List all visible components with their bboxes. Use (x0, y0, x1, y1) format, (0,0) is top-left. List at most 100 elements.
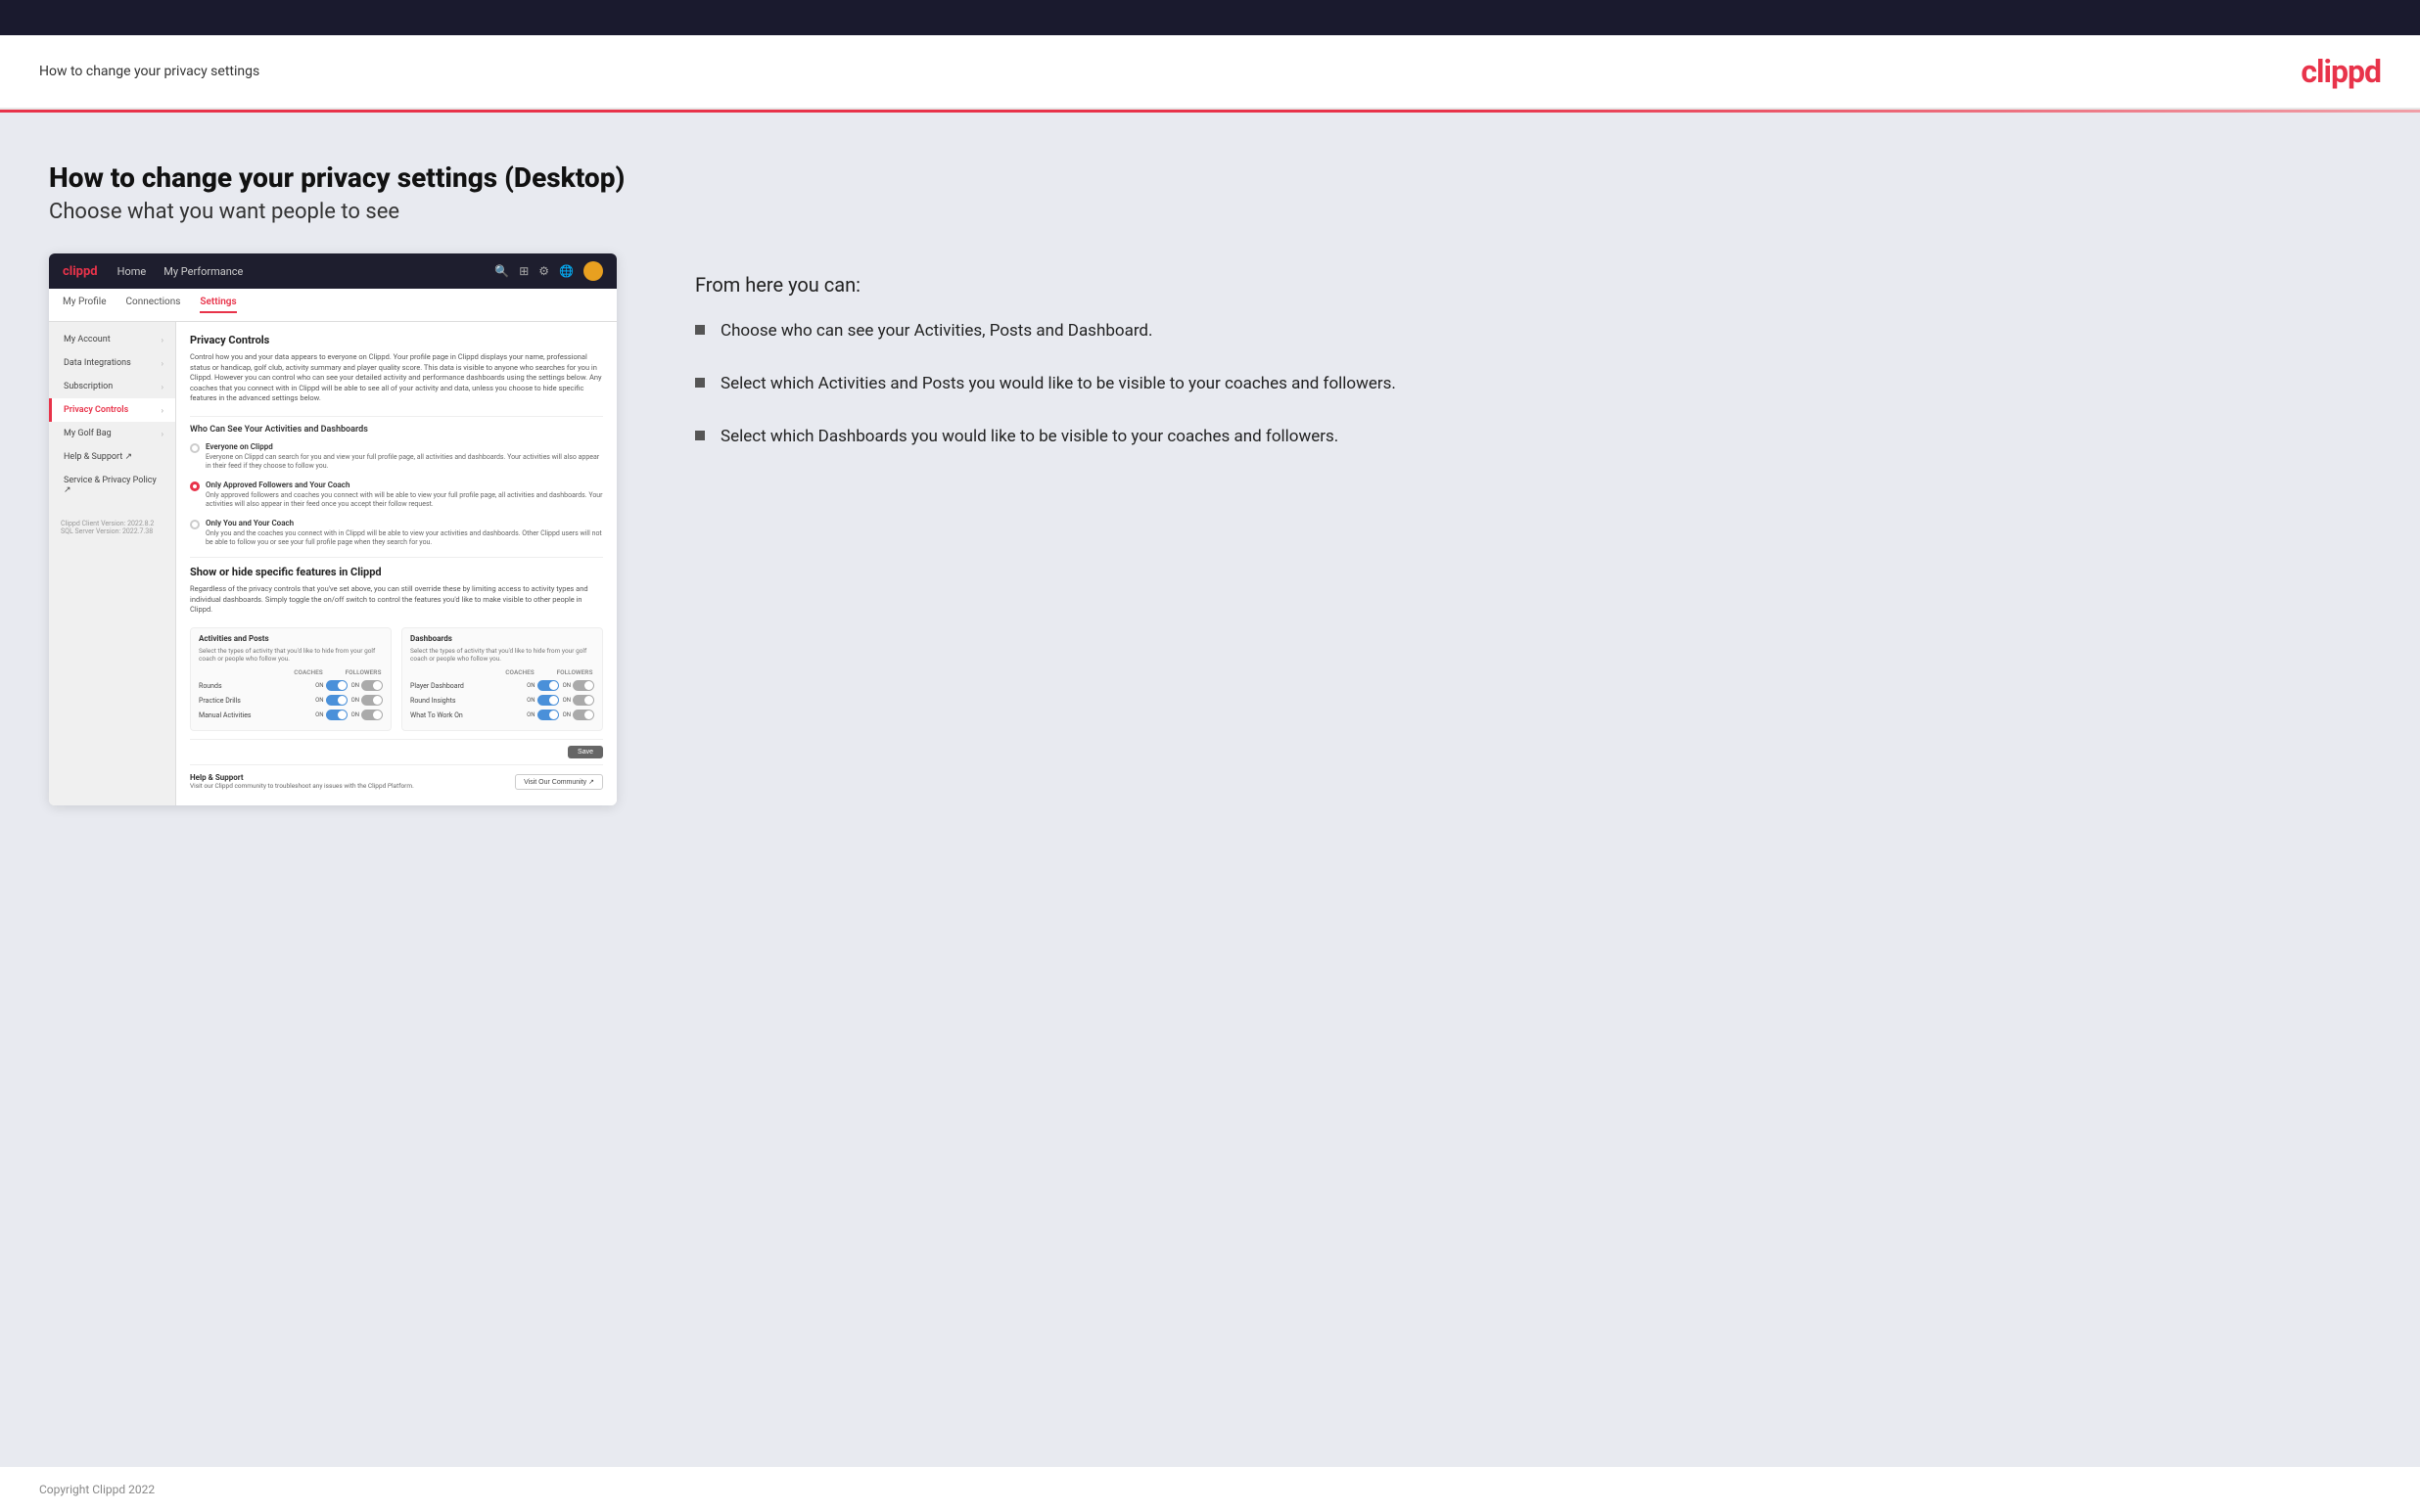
sidebar-item-my-account[interactable]: My Account › (49, 328, 175, 351)
sidebar-item-privacy-controls[interactable]: Privacy Controls › (49, 398, 175, 422)
nav-my-performance[interactable]: My Performance (163, 265, 243, 278)
bullet-item-3: Select which Dashboards you would like t… (695, 426, 2371, 449)
main-content: How to change your privacy settings (Des… (0, 113, 2420, 1467)
manual-activities-label: Manual Activities (199, 711, 315, 719)
header-title: How to change your privacy settings (39, 64, 259, 79)
round-coach-switch[interactable] (537, 695, 559, 706)
radio-option-everyone[interactable]: Everyone on Clippd Everyone on Clippd ca… (190, 442, 603, 471)
coaches-col-label: COACHES (289, 668, 328, 676)
visit-community-button[interactable]: Visit Our Community ↗ (515, 774, 603, 790)
help-section: Help & Support Visit our Clippd communit… (190, 764, 603, 794)
rounds-coach-toggle[interactable]: ON (315, 680, 347, 691)
radio-circle-everyone[interactable] (190, 443, 200, 453)
right-panel: From here you can: Choose who can see yo… (675, 253, 2371, 448)
work-coach-toggle[interactable]: ON (527, 710, 558, 720)
player-dashboard-row: Player Dashboard ON ON (410, 680, 594, 691)
header: How to change your privacy settings clip… (0, 35, 2420, 110)
privacy-controls-desc: Control how you and your data appears to… (190, 352, 603, 404)
bullet-square-3 (695, 431, 705, 440)
sidebar-item-subscription[interactable]: Subscription › (49, 375, 175, 398)
bullet-text-3: Select which Dashboards you would like t… (721, 426, 1338, 449)
chevron-icon: › (162, 383, 163, 391)
activities-card-title: Activities and Posts (199, 634, 383, 643)
privacy-controls-title: Privacy Controls (190, 334, 603, 346)
settings-icon[interactable]: ⚙ (538, 264, 549, 278)
radio-label-only-you: Only You and Your Coach (206, 519, 603, 527)
round-follower-toggle[interactable]: ON (563, 695, 594, 706)
radio-circle-followers[interactable] (190, 481, 200, 491)
toggle-section-desc: Regardless of the privacy controls that … (190, 584, 603, 616)
player-dashboard-toggle-pair: ON ON (527, 680, 594, 691)
app-sidebar: My Account › Data Integrations › Subscri… (49, 322, 176, 805)
nav-home[interactable]: Home (117, 265, 147, 278)
manual-coach-toggle[interactable]: ON (315, 710, 347, 720)
toggle-section-title: Show or hide specific features in Clippd (190, 566, 603, 578)
clippd-logo: clippd (2301, 53, 2381, 90)
radio-option-only-you[interactable]: Only You and Your Coach Only you and the… (190, 519, 603, 547)
manual-toggle-pair: ON ON (315, 710, 383, 720)
tab-settings[interactable]: Settings (200, 297, 236, 313)
player-coach-toggle[interactable]: ON (527, 680, 558, 691)
radio-option-followers[interactable]: Only Approved Followers and Your Coach O… (190, 481, 603, 509)
tab-connections[interactable]: Connections (126, 297, 181, 313)
sidebar-item-service-privacy[interactable]: Service & Privacy Policy ↗ (49, 469, 175, 502)
round-follower-switch[interactable] (573, 695, 594, 706)
player-coach-switch[interactable] (537, 680, 559, 691)
bullet-item-2: Select which Activities and Posts you wo… (695, 373, 2371, 396)
sidebar-item-my-golf-bag[interactable]: My Golf Bag › (49, 422, 175, 445)
practice-coach-toggle[interactable]: ON (315, 695, 347, 706)
app-subnav: My Profile Connections Settings (49, 289, 617, 322)
chevron-icon: › (162, 406, 163, 415)
rounds-toggle-pair: ON ON (315, 680, 383, 691)
followers-col-label: FOLLOWERS (344, 668, 383, 676)
work-follower-toggle[interactable]: ON (563, 710, 594, 720)
help-title: Help & Support (190, 773, 414, 782)
top-bar (0, 0, 2420, 35)
who-can-see-title: Who Can See Your Activities and Dashboar… (190, 416, 603, 435)
sidebar-version: Clippd Client Version: 2022.8.2SQL Serve… (49, 512, 175, 543)
round-insights-toggle-pair: ON ON (527, 695, 594, 706)
sidebar-item-help-support[interactable]: Help & Support ↗ (49, 445, 175, 469)
activities-header-row: COACHES FOLLOWERS (199, 668, 383, 676)
work-follower-switch[interactable] (573, 710, 594, 720)
radio-circle-only-you[interactable] (190, 520, 200, 529)
toggle-grid: Activities and Posts Select the types of… (190, 627, 603, 732)
search-icon[interactable]: 🔍 (494, 264, 509, 278)
from-here-text: From here you can: (695, 273, 2371, 297)
avatar (583, 261, 603, 281)
practice-drills-label: Practice Drills (199, 697, 315, 705)
grid-icon[interactable]: ⊞ (519, 264, 529, 278)
practice-drills-toggle-pair: ON ON (315, 695, 383, 706)
practice-follower-toggle[interactable]: ON (351, 695, 383, 706)
screenshot-panel: clippd Home My Performance 🔍 ⊞ ⚙ 🌐 My Pr… (49, 253, 617, 805)
bullet-list: Choose who can see your Activities, Post… (695, 320, 2371, 448)
manual-follower-switch[interactable] (361, 710, 383, 720)
practice-coach-switch[interactable] (326, 695, 348, 706)
player-dashboard-label: Player Dashboard (410, 682, 527, 690)
manual-coach-switch[interactable] (326, 710, 348, 720)
app-nav-links: Home My Performance (117, 265, 244, 278)
app-nav: clippd Home My Performance 🔍 ⊞ ⚙ 🌐 (49, 253, 617, 289)
rounds-follower-switch[interactable] (361, 680, 383, 691)
player-follower-switch[interactable] (573, 680, 594, 691)
sidebar-item-data-integrations[interactable]: Data Integrations › (49, 351, 175, 375)
tab-my-profile[interactable]: My Profile (63, 297, 107, 313)
practice-follower-switch[interactable] (361, 695, 383, 706)
rounds-coach-switch[interactable] (326, 680, 348, 691)
player-follower-toggle[interactable]: ON (563, 680, 594, 691)
dashboards-card-desc: Select the types of activity that you'd … (410, 647, 594, 664)
radio-desc-everyone: Everyone on Clippd can search for you an… (206, 453, 603, 471)
round-coach-toggle[interactable]: ON (527, 695, 558, 706)
bullet-square-2 (695, 378, 705, 388)
practice-drills-row: Practice Drills ON ON (199, 695, 383, 706)
rounds-follower-toggle[interactable]: ON (351, 680, 383, 691)
dashboards-header-row: COACHES FOLLOWERS (410, 668, 594, 676)
radio-desc-followers: Only approved followers and coaches you … (206, 491, 603, 509)
what-to-work-on-label: What To Work On (410, 711, 527, 719)
work-coach-switch[interactable] (537, 710, 559, 720)
rounds-label: Rounds (199, 682, 315, 690)
globe-icon[interactable]: 🌐 (559, 264, 574, 278)
save-button[interactable]: Save (568, 746, 603, 758)
app-logo-inner: clippd (63, 264, 98, 279)
manual-follower-toggle[interactable]: ON (351, 710, 383, 720)
